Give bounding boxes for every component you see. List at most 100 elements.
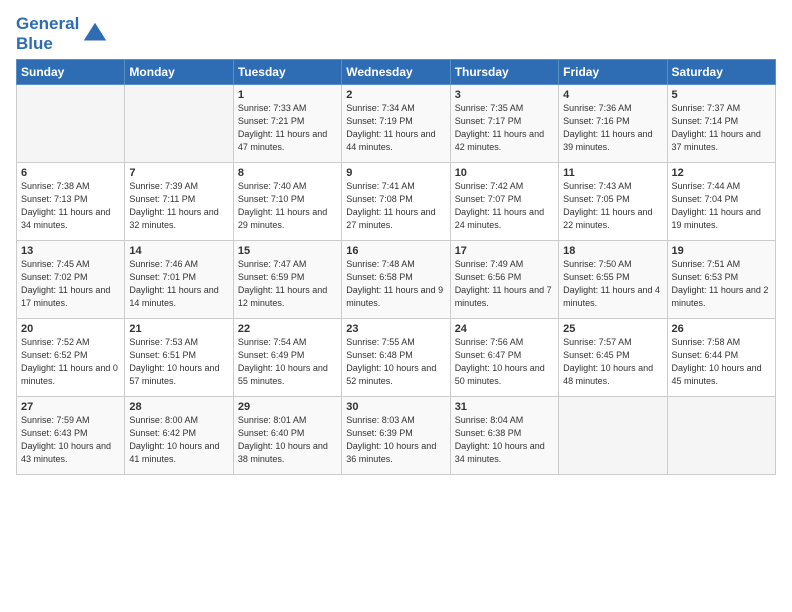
- calendar-week-row: 6Sunrise: 7:38 AMSunset: 7:13 PMDaylight…: [17, 163, 776, 241]
- day-info: Sunrise: 7:57 AMSunset: 6:45 PMDaylight:…: [563, 336, 662, 388]
- day-number: 4: [563, 89, 662, 101]
- calendar-cell: 24Sunrise: 7:56 AMSunset: 6:47 PMDayligh…: [450, 319, 558, 397]
- day-number: 12: [672, 167, 771, 179]
- calendar-week-row: 1Sunrise: 7:33 AMSunset: 7:21 PMDaylight…: [17, 85, 776, 163]
- calendar-cell: 25Sunrise: 7:57 AMSunset: 6:45 PMDayligh…: [559, 319, 667, 397]
- day-info: Sunrise: 8:00 AMSunset: 6:42 PMDaylight:…: [129, 414, 228, 466]
- day-number: 30: [346, 401, 445, 413]
- calendar-cell: 11Sunrise: 7:43 AMSunset: 7:05 PMDayligh…: [559, 163, 667, 241]
- logo-icon: [81, 20, 109, 48]
- day-number: 6: [21, 167, 120, 179]
- calendar-cell: [667, 397, 775, 475]
- day-number: 10: [455, 167, 554, 179]
- day-info: Sunrise: 7:40 AMSunset: 7:10 PMDaylight:…: [238, 180, 337, 232]
- day-number: 25: [563, 323, 662, 335]
- day-number: 2: [346, 89, 445, 101]
- header: General Blue: [16, 10, 776, 53]
- day-of-week-header: Saturday: [667, 60, 775, 85]
- day-of-week-header: Friday: [559, 60, 667, 85]
- day-info: Sunrise: 8:04 AMSunset: 6:38 PMDaylight:…: [455, 414, 554, 466]
- day-number: 15: [238, 245, 337, 257]
- day-of-week-header: Thursday: [450, 60, 558, 85]
- day-number: 27: [21, 401, 120, 413]
- day-of-week-header: Tuesday: [233, 60, 341, 85]
- day-number: 7: [129, 167, 228, 179]
- day-info: Sunrise: 7:35 AMSunset: 7:17 PMDaylight:…: [455, 102, 554, 154]
- day-number: 20: [21, 323, 120, 335]
- day-info: Sunrise: 7:33 AMSunset: 7:21 PMDaylight:…: [238, 102, 337, 154]
- day-number: 3: [455, 89, 554, 101]
- day-number: 13: [21, 245, 120, 257]
- calendar-cell: 14Sunrise: 7:46 AMSunset: 7:01 PMDayligh…: [125, 241, 233, 319]
- calendar-cell: 27Sunrise: 7:59 AMSunset: 6:43 PMDayligh…: [17, 397, 125, 475]
- day-number: 19: [672, 245, 771, 257]
- calendar-cell: 4Sunrise: 7:36 AMSunset: 7:16 PMDaylight…: [559, 85, 667, 163]
- calendar-cell: 7Sunrise: 7:39 AMSunset: 7:11 PMDaylight…: [125, 163, 233, 241]
- calendar-cell: 8Sunrise: 7:40 AMSunset: 7:10 PMDaylight…: [233, 163, 341, 241]
- calendar-cell: 21Sunrise: 7:53 AMSunset: 6:51 PMDayligh…: [125, 319, 233, 397]
- day-info: Sunrise: 7:58 AMSunset: 6:44 PMDaylight:…: [672, 336, 771, 388]
- day-info: Sunrise: 7:53 AMSunset: 6:51 PMDaylight:…: [129, 336, 228, 388]
- day-info: Sunrise: 7:34 AMSunset: 7:19 PMDaylight:…: [346, 102, 445, 154]
- day-info: Sunrise: 7:37 AMSunset: 7:14 PMDaylight:…: [672, 102, 771, 154]
- day-number: 1: [238, 89, 337, 101]
- calendar-cell: 5Sunrise: 7:37 AMSunset: 7:14 PMDaylight…: [667, 85, 775, 163]
- day-info: Sunrise: 8:01 AMSunset: 6:40 PMDaylight:…: [238, 414, 337, 466]
- calendar-cell: 15Sunrise: 7:47 AMSunset: 6:59 PMDayligh…: [233, 241, 341, 319]
- calendar-cell: 1Sunrise: 7:33 AMSunset: 7:21 PMDaylight…: [233, 85, 341, 163]
- day-number: 18: [563, 245, 662, 257]
- day-info: Sunrise: 7:38 AMSunset: 7:13 PMDaylight:…: [21, 180, 120, 232]
- calendar-cell: 31Sunrise: 8:04 AMSunset: 6:38 PMDayligh…: [450, 397, 558, 475]
- calendar-week-row: 20Sunrise: 7:52 AMSunset: 6:52 PMDayligh…: [17, 319, 776, 397]
- logo-line2: Blue: [16, 34, 79, 54]
- day-info: Sunrise: 7:39 AMSunset: 7:11 PMDaylight:…: [129, 180, 228, 232]
- day-of-week-header: Wednesday: [342, 60, 450, 85]
- calendar-cell: 29Sunrise: 8:01 AMSunset: 6:40 PMDayligh…: [233, 397, 341, 475]
- calendar-cell: 13Sunrise: 7:45 AMSunset: 7:02 PMDayligh…: [17, 241, 125, 319]
- day-info: Sunrise: 7:44 AMSunset: 7:04 PMDaylight:…: [672, 180, 771, 232]
- calendar-cell: [17, 85, 125, 163]
- calendar-cell: 3Sunrise: 7:35 AMSunset: 7:17 PMDaylight…: [450, 85, 558, 163]
- calendar-cell: 2Sunrise: 7:34 AMSunset: 7:19 PMDaylight…: [342, 85, 450, 163]
- day-info: Sunrise: 7:54 AMSunset: 6:49 PMDaylight:…: [238, 336, 337, 388]
- calendar-cell: 10Sunrise: 7:42 AMSunset: 7:07 PMDayligh…: [450, 163, 558, 241]
- calendar-cell: 22Sunrise: 7:54 AMSunset: 6:49 PMDayligh…: [233, 319, 341, 397]
- calendar-cell: 30Sunrise: 8:03 AMSunset: 6:39 PMDayligh…: [342, 397, 450, 475]
- page: General Blue SundayMondayTuesdayWednesda…: [0, 0, 792, 612]
- day-number: 22: [238, 323, 337, 335]
- logo: General Blue: [16, 14, 109, 53]
- day-info: Sunrise: 7:41 AMSunset: 7:08 PMDaylight:…: [346, 180, 445, 232]
- day-number: 24: [455, 323, 554, 335]
- calendar-header-row: SundayMondayTuesdayWednesdayThursdayFrid…: [17, 60, 776, 85]
- day-info: Sunrise: 7:51 AMSunset: 6:53 PMDaylight:…: [672, 258, 771, 310]
- day-info: Sunrise: 7:42 AMSunset: 7:07 PMDaylight:…: [455, 180, 554, 232]
- day-info: Sunrise: 7:46 AMSunset: 7:01 PMDaylight:…: [129, 258, 228, 310]
- day-number: 29: [238, 401, 337, 413]
- calendar-cell: 12Sunrise: 7:44 AMSunset: 7:04 PMDayligh…: [667, 163, 775, 241]
- calendar-week-row: 13Sunrise: 7:45 AMSunset: 7:02 PMDayligh…: [17, 241, 776, 319]
- day-number: 16: [346, 245, 445, 257]
- day-info: Sunrise: 8:03 AMSunset: 6:39 PMDaylight:…: [346, 414, 445, 466]
- day-info: Sunrise: 7:48 AMSunset: 6:58 PMDaylight:…: [346, 258, 445, 310]
- calendar-cell: 19Sunrise: 7:51 AMSunset: 6:53 PMDayligh…: [667, 241, 775, 319]
- day-number: 17: [455, 245, 554, 257]
- day-number: 8: [238, 167, 337, 179]
- calendar-cell: 28Sunrise: 8:00 AMSunset: 6:42 PMDayligh…: [125, 397, 233, 475]
- day-number: 9: [346, 167, 445, 179]
- logo-text: General Blue: [16, 14, 109, 53]
- day-number: 23: [346, 323, 445, 335]
- day-info: Sunrise: 7:45 AMSunset: 7:02 PMDaylight:…: [21, 258, 120, 310]
- day-number: 5: [672, 89, 771, 101]
- logo-line1: General: [16, 14, 79, 34]
- day-of-week-header: Sunday: [17, 60, 125, 85]
- day-of-week-header: Monday: [125, 60, 233, 85]
- day-info: Sunrise: 7:55 AMSunset: 6:48 PMDaylight:…: [346, 336, 445, 388]
- calendar-cell: 16Sunrise: 7:48 AMSunset: 6:58 PMDayligh…: [342, 241, 450, 319]
- day-info: Sunrise: 7:47 AMSunset: 6:59 PMDaylight:…: [238, 258, 337, 310]
- day-info: Sunrise: 7:36 AMSunset: 7:16 PMDaylight:…: [563, 102, 662, 154]
- calendar-cell: [559, 397, 667, 475]
- calendar-cell: 20Sunrise: 7:52 AMSunset: 6:52 PMDayligh…: [17, 319, 125, 397]
- day-number: 21: [129, 323, 228, 335]
- calendar-cell: 6Sunrise: 7:38 AMSunset: 7:13 PMDaylight…: [17, 163, 125, 241]
- day-info: Sunrise: 7:52 AMSunset: 6:52 PMDaylight:…: [21, 336, 120, 388]
